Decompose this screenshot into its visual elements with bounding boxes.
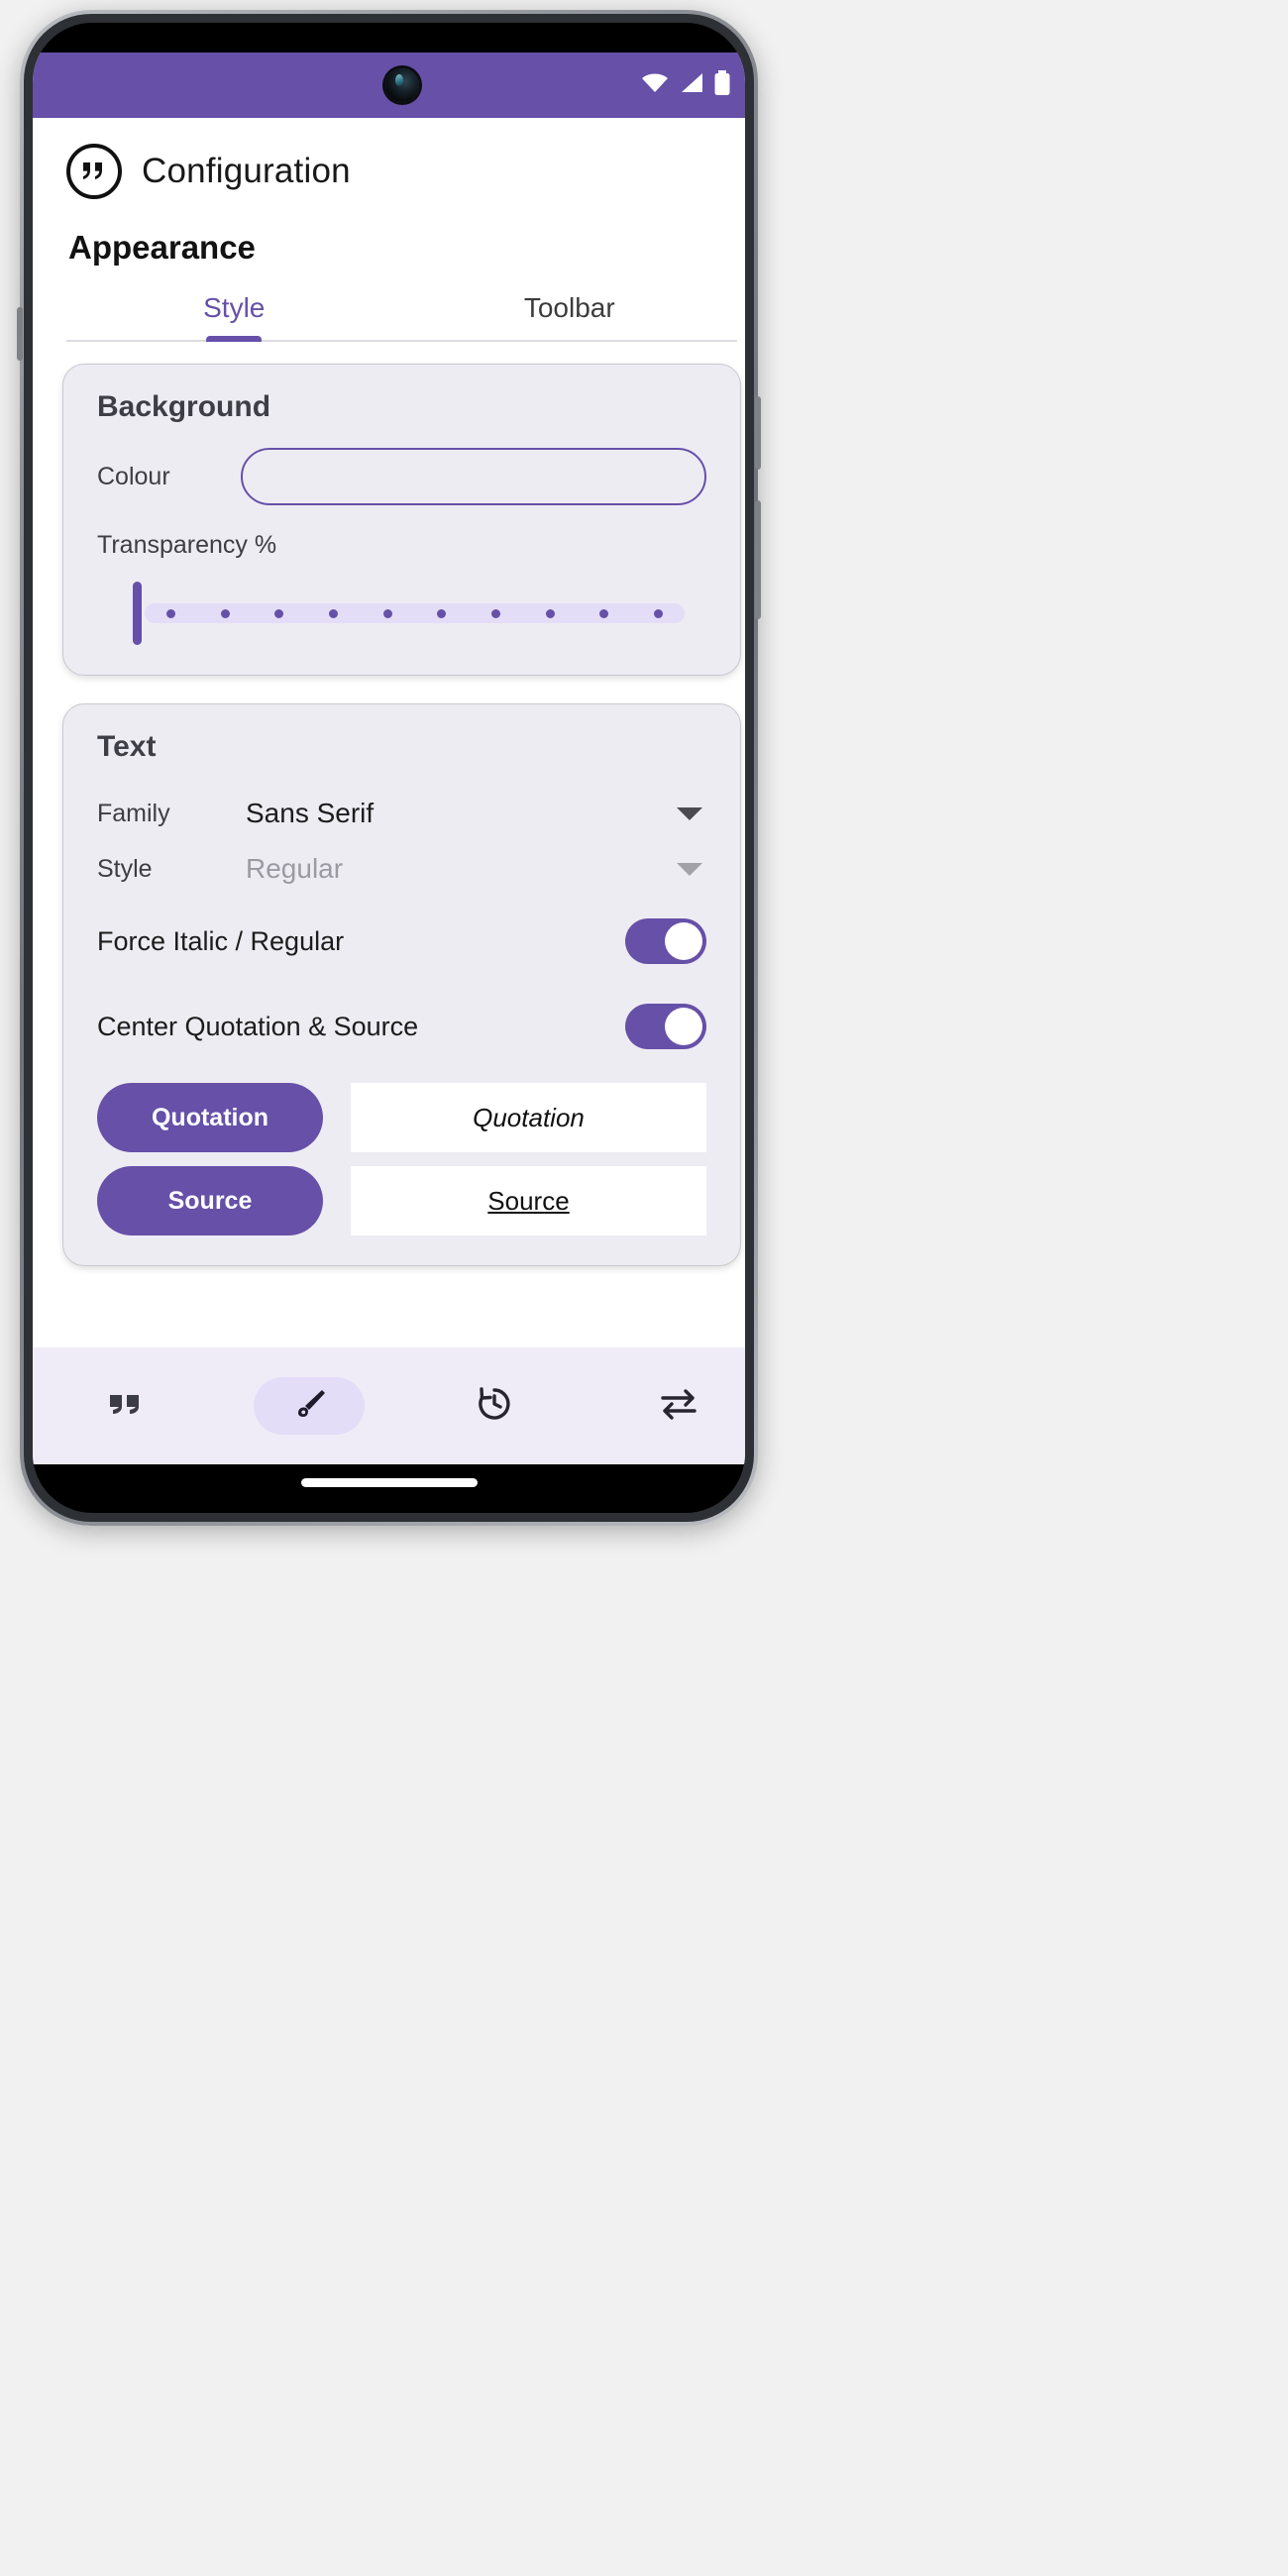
title-row: Configuration xyxy=(66,144,737,199)
slider-tick xyxy=(653,608,663,618)
tab-toolbar-label: Toolbar xyxy=(523,292,615,323)
chevron-down-icon[interactable] xyxy=(677,806,702,820)
battery-icon xyxy=(713,69,731,101)
slider-tick xyxy=(328,608,338,618)
colour-label: Colour xyxy=(97,462,170,490)
quotation-button[interactable]: Quotation xyxy=(97,1083,323,1152)
slider-tick xyxy=(545,608,555,618)
tab-toolbar[interactable]: Toolbar xyxy=(402,292,738,340)
font-family-label: Family xyxy=(97,799,170,827)
history-icon xyxy=(474,1383,515,1430)
slider-tick xyxy=(599,608,609,618)
screenshot-canvas: Configuration Appearance Style Toolbar B… xyxy=(0,0,1288,2576)
background-card: Background Colour Transparency % xyxy=(62,364,741,676)
phone-device-frame: Configuration Appearance Style Toolbar B… xyxy=(17,10,761,1526)
swap-arrows-icon xyxy=(657,1384,700,1429)
toggle-knob xyxy=(665,1008,702,1045)
phone-bezel: Configuration Appearance Style Toolbar B… xyxy=(24,14,754,1522)
slider-tick xyxy=(220,608,230,618)
gesture-nav-bar[interactable] xyxy=(300,1478,478,1487)
signal-icon xyxy=(679,71,704,100)
toggle-knob xyxy=(665,922,702,960)
source-button[interactable]: Source xyxy=(97,1166,323,1235)
center-quotation-label: Center Quotation & Source xyxy=(97,1011,419,1041)
tab-style-label: Style xyxy=(203,292,266,323)
transparency-slider[interactable] xyxy=(97,582,706,645)
slider-tick xyxy=(437,608,447,618)
front-camera-punch-hole xyxy=(384,68,419,102)
text-card: Text Family Sans Serif Style Regular For… xyxy=(62,703,741,1266)
phone-screen: Configuration Appearance Style Toolbar B… xyxy=(33,23,745,1513)
font-family-row[interactable]: Family Sans Serif xyxy=(97,788,706,843)
tab-bar: Style Toolbar xyxy=(66,292,737,342)
source-preview: Source xyxy=(351,1166,706,1235)
volume-button[interactable] xyxy=(755,500,761,619)
center-quotation-row: Center Quotation & Source xyxy=(97,984,706,1069)
background-colour-swatch[interactable] xyxy=(241,448,706,505)
bottom-navigation-bar xyxy=(33,1347,745,1464)
settings-scroll-area[interactable]: Background Colour Transparency % Text Fa… xyxy=(33,342,745,1368)
nav-item-history[interactable] xyxy=(402,1383,587,1430)
paintbrush-icon xyxy=(289,1384,329,1429)
force-italic-row: Force Italic / Regular xyxy=(97,899,706,984)
background-card-title: Background xyxy=(97,390,271,423)
font-style-row[interactable]: Style Regular xyxy=(97,843,706,899)
app-header: Configuration Appearance Style Toolbar xyxy=(33,118,745,342)
quotation-marks-icon xyxy=(104,1383,146,1430)
app-viewport: Configuration Appearance Style Toolbar B… xyxy=(33,53,745,1464)
force-italic-label: Force Italic / Regular xyxy=(97,925,345,956)
font-style-label: Style xyxy=(97,854,153,883)
chevron-down-icon[interactable] xyxy=(677,862,702,876)
transparency-label: Transparency % xyxy=(97,531,277,559)
font-family-value: Sans Serif xyxy=(246,798,375,828)
colour-row: Colour xyxy=(97,448,706,505)
source-preview-row: Source Source xyxy=(97,1166,706,1235)
slider-thumb[interactable] xyxy=(133,582,142,645)
center-quotation-toggle[interactable] xyxy=(625,1004,706,1049)
slider-tick xyxy=(166,608,175,618)
quotation-preview: Quotation xyxy=(351,1083,706,1152)
text-card-title: Text xyxy=(97,730,157,763)
nav-item-transfer[interactable] xyxy=(587,1384,745,1429)
status-bar xyxy=(33,53,745,118)
slider-tick xyxy=(274,608,284,618)
nav-item-appearance[interactable] xyxy=(217,1377,401,1435)
device-button-left[interactable] xyxy=(17,307,23,361)
quotation-preview-row: Quotation Quotation xyxy=(97,1083,706,1152)
wifi-icon xyxy=(640,71,670,100)
power-button[interactable] xyxy=(755,396,761,470)
quotation-circle-icon xyxy=(66,144,122,199)
slider-tick xyxy=(490,608,500,618)
nav-item-quotations[interactable] xyxy=(33,1383,217,1430)
nav-active-pill xyxy=(254,1377,366,1435)
page-title: Configuration xyxy=(142,152,351,190)
force-italic-toggle[interactable] xyxy=(625,918,706,964)
font-style-value: Regular xyxy=(246,853,344,884)
slider-tick xyxy=(382,608,392,618)
slider-track[interactable] xyxy=(145,603,685,623)
section-heading: Appearance xyxy=(68,229,256,266)
tab-style[interactable]: Style xyxy=(66,292,402,340)
